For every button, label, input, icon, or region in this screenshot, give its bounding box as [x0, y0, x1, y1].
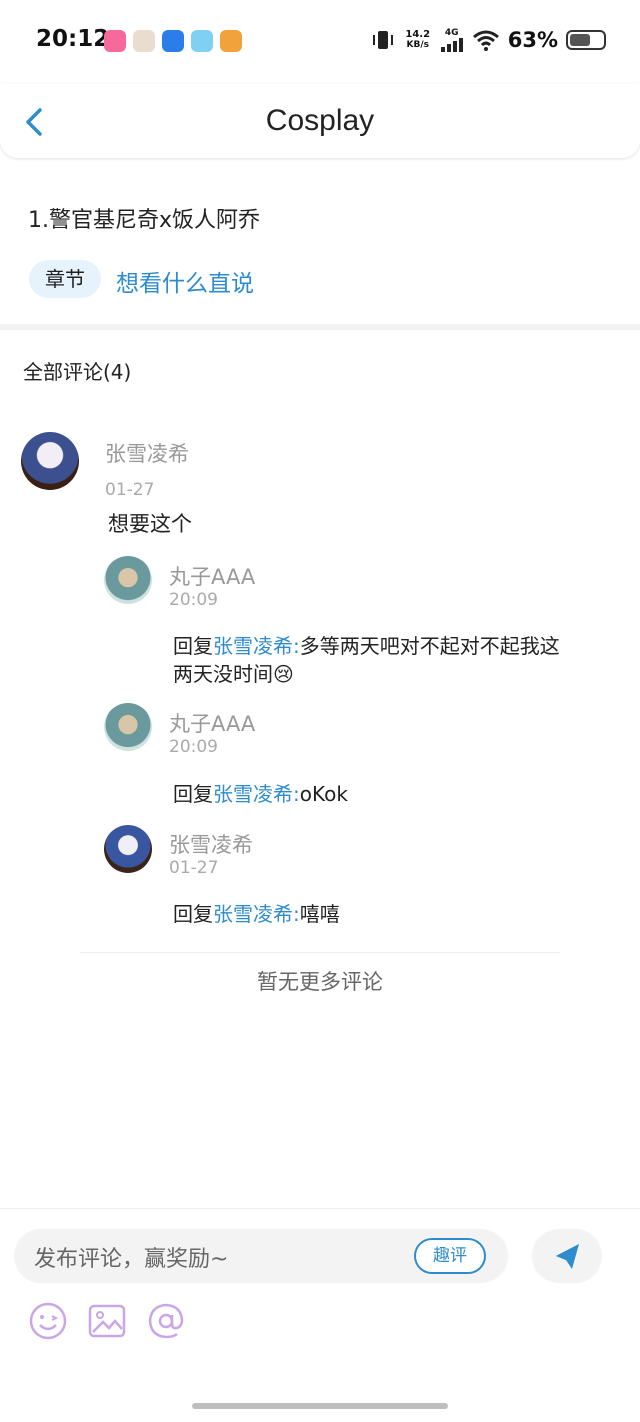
home-indicator[interactable]: [192, 1403, 448, 1409]
reply-username[interactable]: 丸子AAA: [169, 561, 255, 591]
reply-time: 01-27: [169, 858, 219, 878]
status-time: 20:12: [36, 26, 110, 52]
network-speed-unit: KB/s: [406, 40, 429, 50]
top-nav-bar: Cosplay: [0, 84, 640, 158]
battery-icon: [566, 30, 606, 50]
reply-body-line1: 多等两天吧对不起对不起我这: [299, 634, 560, 658]
network-type: 4G: [444, 27, 459, 38]
battery-percent: 63%: [507, 28, 558, 52]
no-more-comments: 暂无更多评论: [257, 970, 383, 994]
status-indicators: 14.2 KB/s 4G 63%: [370, 28, 606, 52]
reply-mention[interactable]: 张雪凌希:: [213, 634, 300, 658]
reply-prefix: 回复: [173, 634, 213, 658]
browser-app-icon: [162, 30, 184, 52]
bilibili-app-icon: [104, 30, 126, 52]
reply-prefix: 回复: [173, 782, 213, 806]
chapter-hint-link[interactable]: 想看什么直说: [116, 264, 254, 298]
chapter-title[interactable]: 1.警官基尼奇x饭人阿乔: [28, 202, 260, 234]
chat-app-icon: [191, 30, 213, 52]
reply-time: 20:09: [169, 737, 218, 757]
video-app-icon: [220, 30, 242, 52]
cellular-signal: 4G: [440, 27, 464, 52]
comments-end-divider: [80, 952, 560, 953]
reply-username[interactable]: 张雪凌希: [169, 829, 253, 859]
comment-username[interactable]: 张雪凌希: [105, 438, 189, 468]
wifi-icon: [472, 30, 499, 51]
reply-body-line2: 两天没时间😢: [173, 662, 294, 686]
avatar[interactable]: [104, 825, 152, 873]
reply-time: 20:09: [169, 590, 218, 610]
comment-input-placeholder: 发布评论，赢奖励~: [34, 1247, 229, 1272]
send-button[interactable]: [532, 1229, 602, 1283]
reply-prefix: 回复: [173, 902, 213, 926]
network-speed: 14.2 KB/s: [404, 29, 432, 51]
notification-icons: [104, 30, 242, 52]
reply-body: oKok: [299, 782, 348, 806]
avatar[interactable]: [21, 432, 79, 490]
reply-username[interactable]: 丸子AAA: [169, 708, 255, 738]
game-app-icon: [133, 30, 155, 52]
emoji-icon[interactable]: [28, 1301, 68, 1341]
send-icon: [556, 1244, 579, 1269]
reply-mention[interactable]: 张雪凌希:: [213, 782, 300, 806]
section-divider: [0, 324, 640, 330]
avatar[interactable]: [104, 703, 152, 751]
image-icon[interactable]: [87, 1301, 127, 1341]
reply-mention[interactable]: 张雪凌希:: [213, 902, 300, 926]
reply-text[interactable]: 回复张雪凌希:oKok: [173, 780, 348, 808]
avatar[interactable]: [104, 556, 152, 604]
network-speed-value: 14.2: [405, 29, 431, 40]
chapter-tag: 章节: [29, 260, 101, 298]
comment-input[interactable]: 发布评论，赢奖励~ 趣评: [14, 1229, 508, 1283]
signal-icon: [440, 37, 463, 52]
reply-text[interactable]: 回复张雪凌希:多等两天吧对不起对不起我这 两天没时间😢: [173, 632, 613, 688]
reply-text[interactable]: 回复张雪凌希:嘻嘻: [173, 900, 340, 928]
comment-date: 01-27: [105, 480, 155, 500]
comment-composer: 发布评论，赢奖励~ 趣评: [0, 1208, 640, 1388]
battery-fill: [570, 34, 590, 46]
page-title: Cosplay: [265, 104, 375, 137]
comment-text[interactable]: 想要这个: [108, 508, 192, 538]
status-bar: 20:12 14.2 KB/s 4G 63%: [0, 0, 640, 84]
mention-icon[interactable]: [146, 1301, 186, 1341]
comments-header: 全部评论(4): [23, 360, 132, 384]
vibrate-icon: [372, 31, 393, 49]
quping-button[interactable]: 趣评: [414, 1238, 486, 1274]
reply-body: 嘻嘻: [299, 902, 340, 926]
